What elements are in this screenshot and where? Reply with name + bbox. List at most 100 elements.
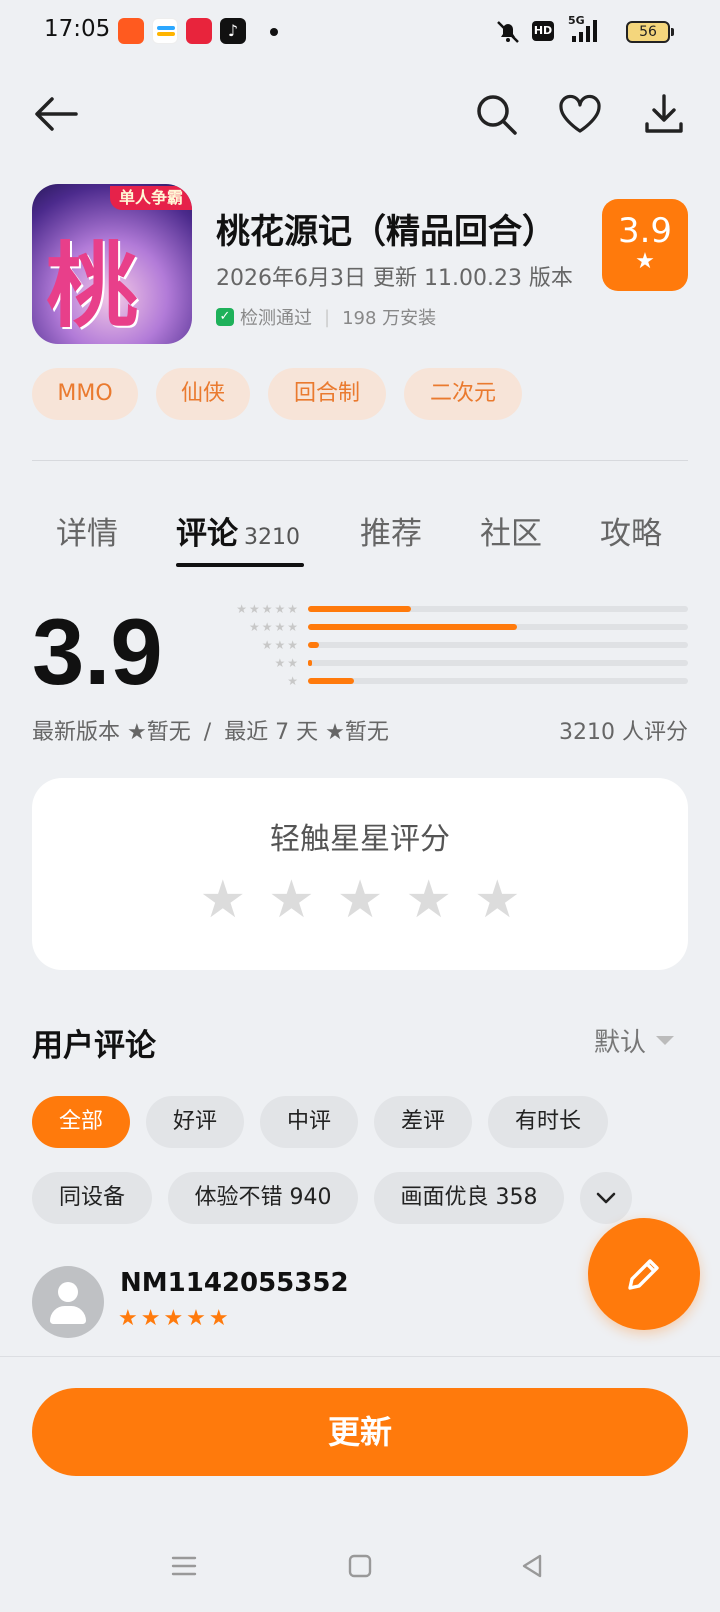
download-button[interactable] (636, 86, 692, 142)
tab-recommend[interactable]: 推荐 (360, 508, 422, 553)
filter-neutral[interactable]: 中评 (260, 1096, 358, 1148)
dist-5-fill (308, 606, 411, 612)
update-button[interactable]: 更新 (32, 1388, 688, 1476)
sort-dropdown[interactable]: 默认 (594, 1022, 675, 1059)
signal-icon: 5G (566, 14, 606, 50)
rate-star-2-icon[interactable]: ★ (268, 874, 315, 926)
expand-filters-button[interactable] (580, 1172, 632, 1224)
app-title: 桃花源记（精品回合） (216, 212, 556, 252)
rating-badge-score: 3.9 (617, 211, 673, 251)
search-button[interactable] (468, 86, 524, 142)
mute-icon (494, 18, 522, 50)
rate-card-title: 轻触星星评分 (270, 822, 450, 857)
active-tab-indicator (176, 563, 304, 567)
dist-3-bar (308, 642, 688, 648)
network-type: 5G (568, 14, 585, 27)
write-review-button[interactable] (588, 1218, 700, 1330)
dist-5-stars-icon: ★★★★★ (236, 602, 300, 616)
dist-4-fill (308, 624, 517, 630)
dist-1-fill (308, 678, 354, 684)
chevron-down-icon (596, 1192, 616, 1204)
tag-xianxia[interactable]: 仙侠 (156, 368, 250, 420)
dist-4-stars-icon: ★★★★ (248, 620, 300, 634)
tag-turn-based[interactable]: 回合制 (268, 368, 386, 420)
rating-dist-4: ★★★★ (216, 620, 688, 634)
kuaishou-app-icon (118, 18, 144, 44)
rate-star-4-icon[interactable]: ★ (405, 874, 452, 926)
average-score: 3.9 (32, 599, 163, 704)
tab-reviews-label: 评论 (176, 516, 238, 552)
back-arrow-icon (35, 97, 78, 131)
back-button[interactable] (28, 86, 84, 142)
dist-2-stars-icon: ★★ (274, 656, 300, 670)
avatar[interactable] (32, 1266, 104, 1338)
tab-reviews-count: 3210 (244, 525, 300, 550)
dist-5-bar (308, 606, 688, 612)
dist-4-bar (308, 624, 688, 630)
review-star-rating-icon: ★★★★★ (118, 1306, 232, 1331)
filter-long-play[interactable]: 有时长 (488, 1096, 608, 1148)
status-time: 17:05 (44, 16, 111, 42)
rate-card: 轻触星星评分 ★ ★ ★ ★ ★ (32, 778, 688, 970)
tab-details[interactable]: 详情 (56, 508, 118, 553)
tab-community[interactable]: 社区 (480, 508, 542, 553)
rate-star-1-icon[interactable]: ★ (199, 874, 246, 926)
recent-value: 暂无 (344, 720, 389, 745)
dist-1-bar (308, 678, 688, 684)
favorite-button[interactable] (552, 86, 608, 142)
chevron-down-icon (656, 1036, 675, 1045)
tab-guides[interactable]: 攻略 (600, 508, 662, 553)
avatar-head-icon (58, 1282, 78, 1302)
dist-3-fill (308, 642, 320, 648)
tiktok-app-icon: ♪ (220, 18, 246, 44)
filter-all[interactable]: 全部 (32, 1096, 130, 1148)
rating-dist-2: ★★ (216, 656, 688, 670)
wallet-app-icon (152, 18, 178, 44)
rate-star-5-icon[interactable]: ★ (474, 874, 521, 926)
hd-icon: HD (532, 21, 554, 41)
battery-tip (671, 28, 674, 36)
rating-dist-1: ★ (216, 674, 688, 688)
meta-separator: | (324, 306, 331, 328)
verified-label: 检测通过 (240, 308, 312, 329)
app-update-meta: 2026年6月3日 更新 11.00.23 版本 (216, 266, 573, 291)
download-icon (645, 94, 683, 133)
small-star-icon: ★ (127, 720, 147, 745)
rating-badge: 3.9 ★ (602, 199, 688, 291)
dist-2-bar (308, 660, 688, 666)
nav-back-button[interactable] (518, 1552, 546, 1584)
section-divider (32, 460, 688, 461)
nav-menu-button[interactable] (170, 1552, 198, 1584)
rating-dist-5: ★★★★★ (216, 602, 688, 616)
rate-star-3-icon[interactable]: ★ (337, 874, 384, 926)
heart-icon (559, 94, 601, 133)
recent-label: 最近 7 天 (224, 720, 319, 745)
latest-version-label: 最新版本 (32, 720, 121, 745)
latest-version-value: 暂无 (146, 720, 191, 745)
notification-dot (270, 28, 278, 36)
app-icon: 单人争霸 桃花 (32, 184, 192, 344)
app-icon-art: 桃花 (46, 232, 138, 340)
menu-icon (171, 1556, 197, 1576)
tab-reviews[interactable]: 评论 3210 (176, 508, 300, 553)
version-rating-line: 最新版本 ★暂无 / 最近 7 天 ★暂无 (32, 714, 389, 746)
app-verification: ✓ 检测通过 | 198 万安装 (216, 304, 436, 330)
tag-anime[interactable]: 二次元 (404, 368, 522, 420)
small-star-icon: ★ (325, 720, 345, 745)
store-app-icon (186, 18, 212, 44)
rating-dist-3: ★★★ (216, 638, 688, 652)
filter-good-graphics[interactable]: 画面优良 358 (374, 1172, 564, 1224)
nav-home-button[interactable] (346, 1552, 374, 1584)
filter-positive[interactable]: 好评 (146, 1096, 244, 1148)
filter-negative[interactable]: 差评 (374, 1096, 472, 1148)
rating-badge-star-icon: ★ (635, 249, 655, 274)
filter-same-device[interactable]: 同设备 (32, 1172, 152, 1224)
back-triangle-icon (522, 1554, 542, 1578)
reviewer-name[interactable]: NM1142055352 (120, 1268, 349, 1298)
app-icon-banner: 单人争霸 (110, 186, 192, 210)
tag-mmo[interactable]: MMO (32, 368, 138, 420)
rate-stars: ★ ★ ★ ★ ★ (32, 874, 688, 926)
filter-good-experience[interactable]: 体验不错 940 (168, 1172, 358, 1224)
home-square-icon (348, 1554, 372, 1578)
user-reviews-title: 用户评论 (32, 1028, 156, 1064)
